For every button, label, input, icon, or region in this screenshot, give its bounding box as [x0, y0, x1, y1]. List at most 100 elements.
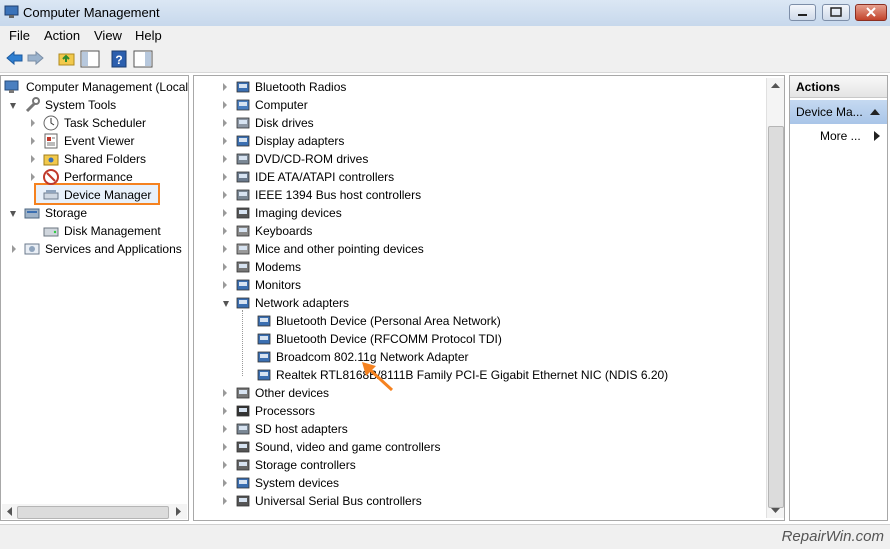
network-adapter-item[interactable]: Bluetooth Device (Personal Area Network): [256, 312, 760, 330]
device-category-item[interactable]: DVD/CD-ROM drives: [223, 150, 760, 168]
device-category-item[interactable]: Storage controllers: [223, 456, 760, 474]
device-label: Network adapters: [255, 296, 350, 310]
device-category-item[interactable]: Keyboards: [223, 222, 760, 240]
scroll-left-arrow-icon[interactable]: [6, 507, 14, 516]
collapsed-arrow-icon[interactable]: [223, 479, 227, 487]
device-category-item[interactable]: Monitors: [223, 276, 760, 294]
device-label: IEEE 1394 Bus host controllers: [255, 188, 422, 202]
collapsed-arrow-icon[interactable]: [223, 227, 227, 235]
collapsed-arrow-icon[interactable]: [223, 281, 227, 289]
device-category-item[interactable]: SD host adapters: [223, 420, 760, 438]
expanded-arrow-icon[interactable]: [10, 103, 16, 109]
device-category-item[interactable]: Disk drives: [223, 114, 760, 132]
device-category-item[interactable]: Display adapters: [223, 132, 760, 150]
device-category-item[interactable]: Universal Serial Bus controllers: [223, 492, 760, 510]
tree-item-disk-management[interactable]: Disk Management: [43, 222, 183, 240]
collapsed-arrow-icon[interactable]: [223, 101, 227, 109]
collapsed-arrow-icon[interactable]: [223, 497, 227, 505]
menu-action[interactable]: Action: [44, 28, 80, 43]
device-category-item[interactable]: Mice and other pointing devices: [223, 240, 760, 258]
more-actions-link[interactable]: More ...: [820, 129, 861, 143]
tree-item-storage[interactable]: Storage: [10, 204, 180, 222]
collapsed-arrow-icon[interactable]: [223, 191, 227, 199]
network-adapter-item[interactable]: Bluetooth Device (RFCOMM Protocol TDI): [256, 330, 760, 348]
tree-item-computer-management[interactable]: Computer Management (Local: [4, 78, 189, 96]
device-category-item[interactable]: System devices: [223, 474, 760, 492]
scroll-up-arrow-icon[interactable]: [771, 82, 780, 89]
tree-item-system-tools[interactable]: System Tools: [10, 96, 180, 114]
maximize-button[interactable]: [822, 4, 850, 21]
back-arrow-icon[interactable]: [6, 50, 23, 66]
collapsed-arrow-icon[interactable]: [31, 155, 35, 163]
storage-controller-icon: [236, 459, 250, 471]
collapsed-arrow-icon[interactable]: [31, 137, 35, 145]
usb-controller-icon: [236, 495, 250, 507]
collapsed-arrow-icon[interactable]: [223, 173, 227, 181]
collapsed-arrow-icon[interactable]: [223, 137, 227, 145]
event-viewer-icon: [44, 133, 58, 149]
tree-item-event-viewer[interactable]: Event Viewer: [31, 132, 181, 150]
network-card-icon: [257, 333, 271, 345]
collapsed-arrow-icon[interactable]: [223, 119, 227, 127]
menu-help[interactable]: Help: [135, 28, 162, 43]
collapsed-arrow-icon[interactable]: [31, 173, 35, 181]
network-adapter-item[interactable]: Broadcom 802.11g Network Adapter: [256, 348, 760, 366]
shared-folder-icon: [43, 154, 59, 166]
device-label: Other devices: [255, 386, 330, 400]
tree-label: Services and Applications: [45, 242, 182, 256]
device-category-item[interactable]: IDE ATA/ATAPI controllers: [223, 168, 760, 186]
collapse-up-arrow-icon[interactable]: [870, 109, 880, 116]
device-category-item[interactable]: Network adapters: [223, 294, 760, 312]
device-label: Processors: [255, 404, 316, 418]
collapsed-arrow-icon[interactable]: [223, 83, 227, 91]
minimize-icon: [798, 14, 807, 16]
collapsed-arrow-icon[interactable]: [223, 461, 227, 469]
collapsed-arrow-icon[interactable]: [12, 245, 16, 253]
left-horizontal-scrollbar[interactable]: [2, 504, 187, 519]
device-category-item[interactable]: Processors: [223, 402, 760, 420]
vertical-scroll-thumb[interactable]: [768, 126, 784, 508]
show-hide-console-tree-icon[interactable]: [80, 50, 100, 68]
collapsed-arrow-icon[interactable]: [223, 425, 227, 433]
expanded-arrow-icon[interactable]: [223, 301, 229, 307]
collapsed-arrow-icon[interactable]: [223, 389, 227, 397]
collapsed-arrow-icon[interactable]: [223, 443, 227, 451]
device-category-item[interactable]: Bluetooth Radios: [223, 78, 760, 96]
device-category-item[interactable]: Imaging devices: [223, 204, 760, 222]
tree-item-performance[interactable]: Performance: [31, 168, 181, 186]
device-list-vertical-scrollbar[interactable]: [766, 78, 784, 518]
actions-device-manager-section[interactable]: Device Ma...: [790, 100, 887, 124]
tree-item-shared-folders[interactable]: Shared Folders: [31, 150, 181, 168]
device-category-item[interactable]: Modems: [223, 258, 760, 276]
more-arrow-icon[interactable]: [874, 131, 880, 141]
forward-arrow-icon[interactable]: [27, 50, 44, 66]
device-category-item[interactable]: Computer: [223, 96, 760, 114]
network-adapter-item[interactable]: Realtek RTL8168B/8111B Family PCI-E Giga…: [256, 366, 760, 384]
help-icon[interactable]: ?: [111, 50, 127, 68]
left-scroll-thumb[interactable]: [17, 506, 169, 519]
collapsed-arrow-icon[interactable]: [223, 263, 227, 271]
device-category-item[interactable]: Other devices: [223, 384, 760, 402]
device-category-item[interactable]: IEEE 1394 Bus host controllers: [223, 186, 760, 204]
collapsed-arrow-icon[interactable]: [223, 155, 227, 163]
ieee1394-icon: [236, 189, 250, 201]
scroll-down-arrow-icon[interactable]: [771, 507, 780, 514]
minimize-button[interactable]: [789, 4, 816, 21]
collapsed-arrow-icon[interactable]: [223, 407, 227, 415]
collapsed-arrow-icon[interactable]: [31, 119, 35, 127]
expanded-arrow-icon[interactable]: [10, 211, 16, 217]
tree-item-device-manager[interactable]: Device Manager: [43, 186, 158, 204]
device-category-item[interactable]: Sound, video and game controllers: [223, 438, 760, 456]
menu-view[interactable]: View: [94, 28, 122, 43]
collapsed-arrow-icon[interactable]: [223, 245, 227, 253]
collapsed-arrow-icon[interactable]: [223, 209, 227, 217]
device-label: Imaging devices: [255, 206, 342, 220]
device-label: System devices: [255, 476, 340, 490]
tree-item-services-and-applications[interactable]: Services and Applications: [10, 240, 188, 258]
up-folder-icon[interactable]: [58, 50, 75, 67]
tree-item-task-scheduler[interactable]: Task Scheduler: [31, 114, 181, 132]
menu-file[interactable]: File: [9, 28, 30, 43]
show-hide-action-pane-icon[interactable]: [133, 50, 153, 68]
scroll-right-arrow-icon[interactable]: [174, 507, 182, 516]
close-button[interactable]: [855, 4, 887, 21]
